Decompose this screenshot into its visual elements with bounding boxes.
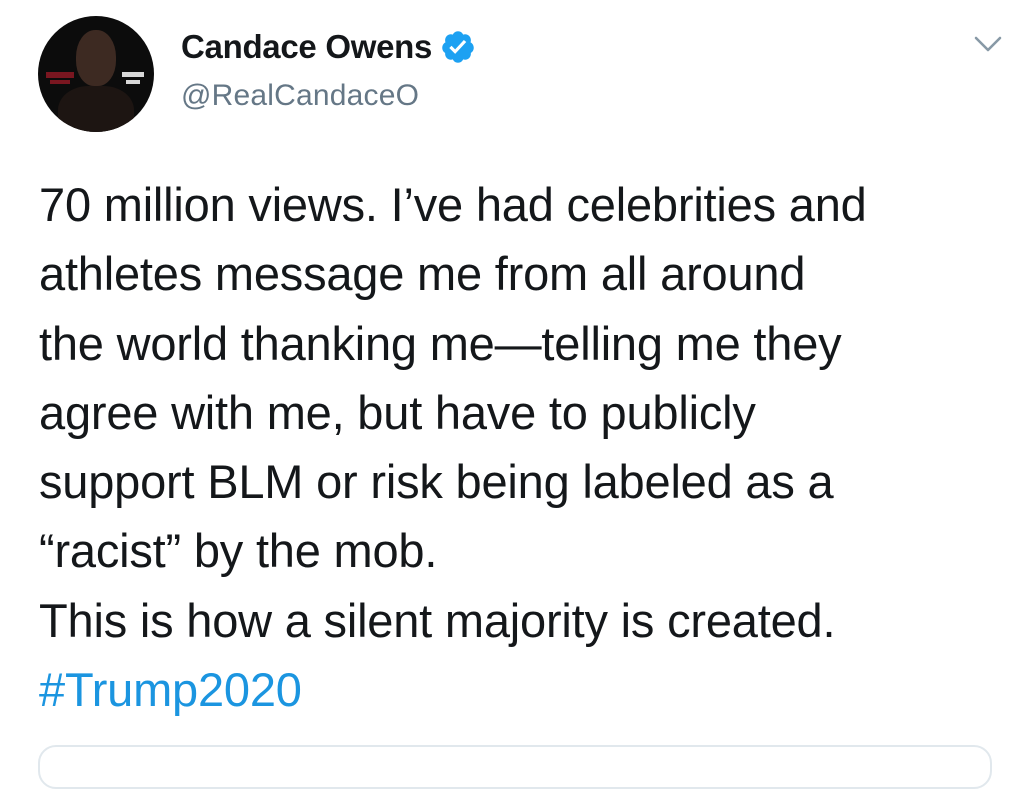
tweet-line: “racist” by the mob. [39, 524, 438, 578]
tweet-line: 70 million views. I’ve had celebrities a… [39, 178, 867, 231]
display-name[interactable]: Candace Owens [181, 28, 432, 66]
verified-badge-icon [442, 31, 474, 63]
avatar-decoration-right-2 [126, 80, 140, 84]
name-row: Candace Owens [181, 28, 476, 66]
tweet-line: athletes message me from all around [39, 247, 806, 301]
tweet-card: Candace Owens @RealCandaceO 70 million v… [0, 0, 1024, 789]
tweet-line: support BLM or risk being labeled as a [39, 455, 834, 509]
avatar-shoulders [58, 86, 134, 132]
avatar-face [76, 30, 116, 86]
tweet-line: the world thanking me—telling me they [39, 316, 842, 370]
tweet-line: agree with me, but have to publicly [39, 385, 756, 439]
avatar[interactable] [38, 16, 154, 132]
tweet-line: This is how a silent majority is created… [39, 593, 836, 647]
user-handle[interactable]: @RealCandaceO [181, 79, 419, 113]
chevron-down-icon[interactable] [973, 34, 1003, 54]
avatar-decoration-left [46, 72, 74, 78]
tweet-text: 70 million views. I’ve had celebrities a… [39, 170, 1014, 724]
hashtag-link[interactable]: #Trump2020 [39, 655, 1014, 724]
avatar-decoration-right [122, 72, 144, 77]
avatar-decoration-left-2 [50, 80, 70, 84]
embedded-card-edge[interactable] [38, 745, 992, 789]
